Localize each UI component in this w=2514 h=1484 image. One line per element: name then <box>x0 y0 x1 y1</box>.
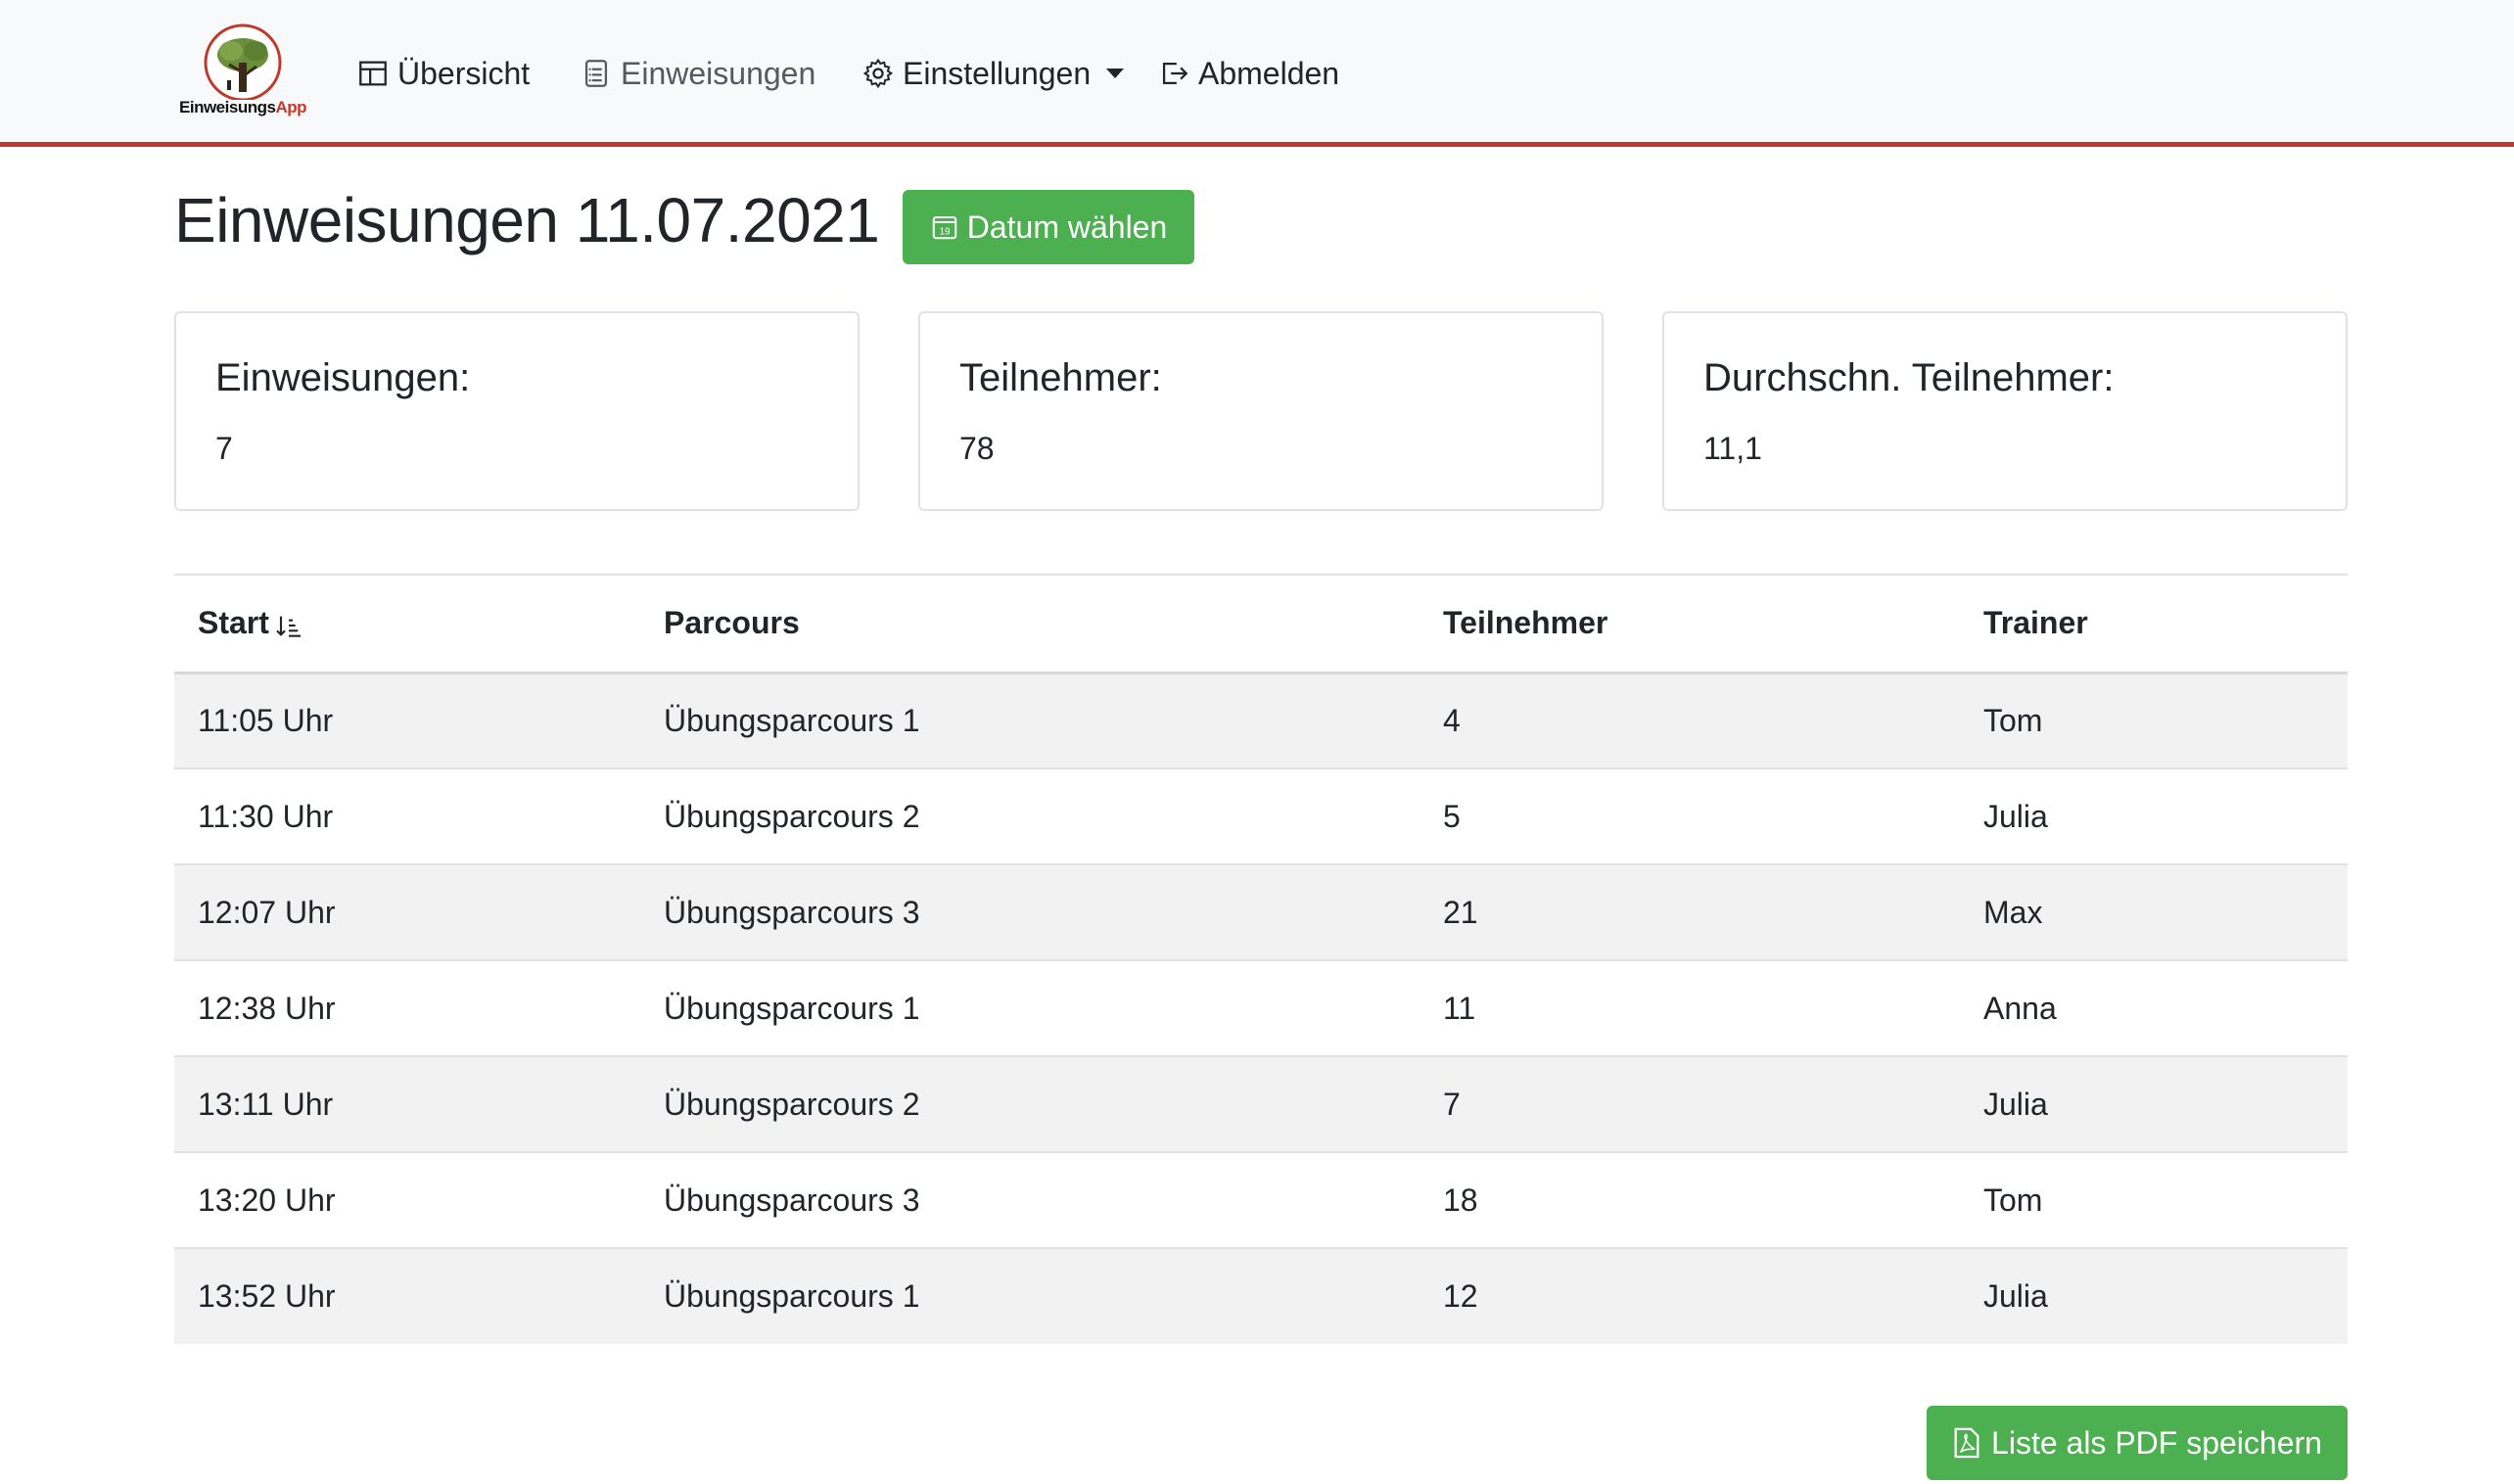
layout-icon <box>359 61 387 86</box>
choose-date-button[interactable]: 19 Datum wählen <box>903 190 1194 264</box>
calendar-icon: 19 <box>932 216 956 240</box>
cell-start: 12:38 Uhr <box>198 990 336 1026</box>
cell-start: 11:05 Uhr <box>198 702 334 738</box>
table-row[interactable]: 12:38 Uhr Übungsparcours 1 11 Anna <box>174 960 2348 1056</box>
table-row[interactable]: 11:30 Uhr Übungsparcours 2 5 Julia <box>174 768 2348 864</box>
einweisungen-table: Start Parcours Teilnehmer Trainer 11:05 … <box>174 574 2348 1344</box>
cell-start: 13:52 Uhr <box>198 1278 336 1314</box>
list-card-icon <box>584 60 608 87</box>
nav-label: Einweisungen <box>621 55 816 91</box>
cell-trainer: Tom <box>1983 702 2043 738</box>
cell-trainer: Tom <box>1983 1182 2043 1218</box>
stat-title: Einweisungen: <box>215 356 471 399</box>
save-pdf-label: Liste als PDF speichern <box>1991 1424 2322 1461</box>
cell-start: 13:11 Uhr <box>198 1086 334 1122</box>
app-logo[interactable]: EinweisungsApp <box>174 22 311 121</box>
cell-teilnehmer: 21 <box>1443 894 1478 930</box>
cell-parcours: Übungsparcours 2 <box>664 1086 920 1122</box>
cell-trainer: Max <box>1983 894 2043 930</box>
stat-card-teilnehmer: Teilnehmer: 78 <box>918 311 1604 511</box>
cell-parcours: Übungsparcours 1 <box>664 702 920 738</box>
nav-label: Einstellungen <box>903 55 1092 91</box>
cell-trainer: Julia <box>1983 798 2048 834</box>
stat-value: 78 <box>959 431 995 466</box>
nav-label: Übersicht <box>397 55 531 91</box>
table-header-row: Start Parcours Teilnehmer Trainer <box>174 575 2348 672</box>
cell-start: 13:20 Uhr <box>198 1182 336 1218</box>
header-start[interactable]: Start <box>174 575 640 672</box>
cell-parcours: Übungsparcours 2 <box>664 798 920 834</box>
logo-text: EinweisungsApp <box>179 98 306 116</box>
nav-ubersicht[interactable]: Übersicht <box>356 51 530 96</box>
stat-card-einweisungen: Einweisungen: 7 <box>174 311 860 511</box>
cell-start: 12:07 Uhr <box>198 894 336 930</box>
cell-start: 11:30 Uhr <box>198 798 334 834</box>
calendar-day: 19 <box>939 227 951 238</box>
stat-card-average: Durchschn. Teilnehmer: 11,1 <box>1662 311 2348 511</box>
cell-parcours: Übungsparcours 3 <box>664 1182 920 1218</box>
cell-teilnehmer: 11 <box>1443 990 1476 1026</box>
stat-title: Durchschn. Teilnehmer: <box>1703 356 2115 399</box>
cell-parcours: Übungsparcours 1 <box>664 990 920 1026</box>
cell-trainer: Julia <box>1983 1278 2048 1314</box>
pdf-file-icon <box>1954 1427 1979 1459</box>
cell-parcours: Übungsparcours 1 <box>664 1278 920 1314</box>
nav-abmelden[interactable]: Abmelden <box>1157 51 1339 96</box>
table-row[interactable]: 12:07 Uhr Übungsparcours 3 21 Max <box>174 864 2348 960</box>
cell-parcours: Übungsparcours 3 <box>664 894 920 930</box>
choose-date-label: Datum wählen <box>966 209 1168 245</box>
cell-teilnehmer: 7 <box>1443 1086 1461 1122</box>
nav-einstellungen-dropdown[interactable]: Einstellungen <box>861 51 1125 96</box>
stat-title: Teilnehmer: <box>959 356 1162 399</box>
sort-ascending-icon <box>276 616 301 637</box>
cell-teilnehmer: 5 <box>1443 798 1461 834</box>
gear-icon <box>862 58 894 89</box>
table-row[interactable]: 11:05 Uhr Übungsparcours 1 4 Tom <box>174 672 2348 768</box>
logout-icon <box>1162 62 1188 85</box>
nav-label: Abmelden <box>1198 55 1340 91</box>
cell-trainer: Anna <box>1983 990 2057 1026</box>
save-pdf-button[interactable]: Liste als PDF speichern <box>1927 1406 2348 1480</box>
navbar: EinweisungsApp Übersicht Einweisungen Ei… <box>0 0 2514 147</box>
header-teilnehmer[interactable]: Teilnehmer <box>1420 575 1960 672</box>
tree-logo-icon <box>204 23 282 100</box>
header-trainer[interactable]: Trainer <box>1960 575 2348 672</box>
cell-teilnehmer: 4 <box>1443 702 1461 738</box>
table-row[interactable]: 13:52 Uhr Übungsparcours 1 12 Julia <box>174 1248 2348 1344</box>
cell-teilnehmer: 12 <box>1443 1278 1478 1314</box>
table-row[interactable]: 13:11 Uhr Übungsparcours 2 7 Julia <box>174 1056 2348 1152</box>
stat-value: 7 <box>215 431 233 466</box>
page-title: Einweisungen 11.07.2021 <box>174 185 880 255</box>
cell-teilnehmer: 18 <box>1443 1182 1478 1218</box>
stat-value: 11,1 <box>1703 431 1762 466</box>
nav-einweisungen[interactable]: Einweisungen <box>580 51 815 96</box>
table-row[interactable]: 13:20 Uhr Übungsparcours 3 18 Tom <box>174 1152 2348 1248</box>
header-parcours[interactable]: Parcours <box>640 575 1420 672</box>
cell-trainer: Julia <box>1983 1086 2048 1122</box>
chevron-down-icon <box>1106 69 1125 78</box>
